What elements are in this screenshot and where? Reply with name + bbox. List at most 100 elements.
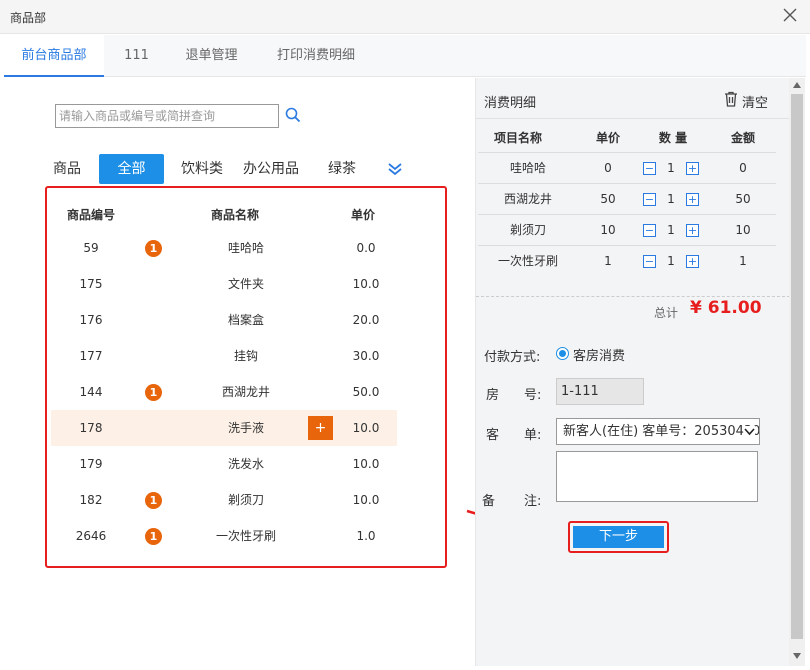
category-office[interactable]: 办公用品	[243, 154, 299, 184]
detail-row: 剃须刀 10 − 1 + 10	[478, 214, 776, 245]
tab-refund-management[interactable]: 退单管理	[174, 35, 249, 77]
remark-label-char2: 注:	[524, 494, 542, 509]
category-green-tea[interactable]: 绿茶	[328, 154, 356, 184]
increase-qty-button[interactable]: +	[686, 255, 699, 268]
goods-row[interactable]: 59 1 哇哈哈 0.0	[51, 230, 397, 266]
goods-list-highlight: 商品编号 商品名称 单价 59 1 哇哈哈 0.0 175 文件夹 10.0 1…	[45, 186, 447, 568]
goods-code: 2646	[75, 529, 107, 543]
detail-header-qty: 数 量	[658, 131, 688, 145]
quantity-badge: 1	[145, 528, 162, 545]
room-number-field[interactable]: 1-111	[556, 378, 644, 405]
detail-title: 消费明细	[484, 96, 537, 111]
goods-price: 10.0	[352, 421, 380, 435]
detail-price: 50	[600, 192, 616, 206]
detail-qty: 1	[667, 192, 675, 206]
detail-amount: 50	[735, 192, 751, 206]
next-button-highlight: 下一步	[568, 521, 669, 553]
tab-print-details[interactable]: 打印消费明细	[266, 35, 366, 77]
goods-row[interactable]: 177 挂钩 30.0	[51, 338, 397, 374]
goods-code: 179	[79, 457, 103, 471]
detail-header-name: 项目名称	[493, 131, 542, 145]
goods-row[interactable]: 182 1 剃须刀 10.0	[51, 482, 397, 518]
decrease-qty-button[interactable]: −	[643, 255, 656, 268]
vertical-scrollbar[interactable]	[789, 78, 805, 666]
goods-row[interactable]: 144 1 西湖龙井 50.0	[51, 374, 397, 410]
goods-name: 一次性牙刷	[215, 529, 276, 543]
detail-price: 0	[604, 161, 612, 175]
decrease-qty-button[interactable]: −	[643, 193, 656, 206]
guest-order-value: 新客人(在住) 客单号：20530430	[563, 424, 760, 439]
goods-name: 洗发水	[227, 457, 264, 471]
close-icon[interactable]	[780, 5, 800, 25]
payment-room-radio[interactable]	[556, 347, 569, 360]
goods-price: 10.0	[352, 277, 380, 291]
detail-price: 1	[604, 254, 612, 268]
chevron-double-down-icon[interactable]	[386, 160, 404, 178]
goods-row[interactable]: 175 文件夹 10.0	[51, 266, 397, 302]
goods-name: 挂钩	[233, 349, 258, 363]
goods-row[interactable]: 2646 1 一次性牙刷 1.0	[51, 518, 397, 554]
scroll-up-icon[interactable]	[793, 82, 801, 88]
guest-order-select[interactable]: 新客人(在住) 客单号：20530430	[556, 418, 760, 445]
add-to-cart-button[interactable]: +	[308, 416, 333, 440]
detail-name: 一次性牙刷	[497, 254, 558, 268]
clear-label: 清空	[742, 96, 769, 111]
quantity-badge: 1	[145, 240, 162, 257]
goods-price: 10.0	[352, 457, 380, 471]
goods-header-name: 商品名称	[211, 208, 260, 222]
detail-amount: 0	[739, 161, 747, 175]
detail-row: 西湖龙井 50 − 1 + 50	[478, 183, 776, 214]
search-icon[interactable]	[284, 106, 302, 124]
goods-price: 10.0	[352, 493, 380, 507]
search-input[interactable]	[55, 104, 279, 128]
goods-code: 59	[83, 241, 99, 255]
total-amount: ¥ 61.00	[690, 298, 762, 318]
goods-price: 20.0	[352, 313, 380, 327]
detail-qty: 1	[667, 254, 675, 268]
goods-row[interactable]: 176 档案盒 20.0	[51, 302, 397, 338]
scrollbar-thumb[interactable]	[791, 94, 803, 639]
payment-room-label: 客房消费	[573, 349, 626, 364]
goods-row[interactable]: 179 洗发水 10.0	[51, 446, 397, 482]
goods-code: 175	[79, 277, 103, 291]
goods-name: 档案盒	[227, 313, 264, 327]
tab-111[interactable]: 111	[114, 35, 159, 77]
goods-name: 西湖龙井	[221, 385, 270, 399]
goods-code: 182	[79, 493, 103, 507]
dialog-title: 商品部	[10, 11, 47, 25]
trash-icon	[725, 91, 737, 107]
goods-code: 178	[79, 421, 103, 435]
detail-header-amount: 金额	[730, 131, 755, 145]
goods-price: 50.0	[352, 385, 380, 399]
scroll-down-icon[interactable]	[793, 653, 801, 659]
divider	[476, 118, 790, 119]
next-step-button[interactable]: 下一步	[573, 526, 664, 548]
goods-price: 30.0	[352, 349, 380, 363]
goods-row-hovered[interactable]: 178 洗手液 + 10.0	[51, 410, 397, 446]
decrease-qty-button[interactable]: −	[643, 162, 656, 175]
dashed-divider	[476, 296, 790, 297]
tab-front-goods[interactable]: 前台商品部	[4, 35, 104, 77]
goods-code: 176	[79, 313, 103, 327]
goods-name: 剃须刀	[227, 493, 264, 507]
room-label-char1: 房	[486, 388, 500, 403]
category-all[interactable]: 全部	[99, 154, 164, 184]
decrease-qty-button[interactable]: −	[643, 224, 656, 237]
increase-qty-button[interactable]: +	[686, 224, 699, 237]
detail-header-price: 单价	[595, 131, 620, 145]
detail-row: 一次性牙刷 1 − 1 + 1	[478, 245, 776, 276]
guest-label-char1: 客	[486, 428, 500, 443]
category-drinks[interactable]: 饮料类	[181, 154, 223, 184]
increase-qty-button[interactable]: +	[686, 162, 699, 175]
remark-field[interactable]	[556, 451, 758, 502]
category-label: 商品	[53, 161, 81, 177]
consumption-detail-panel: 消费明细 清空 项目名称 单价 数 量 金额 哇哈哈 0 − 1 + 0 西湖龙…	[475, 78, 790, 666]
goods-code: 144	[79, 385, 103, 399]
detail-amount: 1	[739, 254, 747, 268]
goods-name: 洗手液	[227, 421, 264, 435]
dialog-titlebar: 商品部	[0, 0, 810, 34]
goods-price: 1.0	[356, 529, 376, 543]
guest-label-char2: 单:	[524, 428, 542, 443]
increase-qty-button[interactable]: +	[686, 193, 699, 206]
goods-code: 177	[79, 349, 103, 363]
